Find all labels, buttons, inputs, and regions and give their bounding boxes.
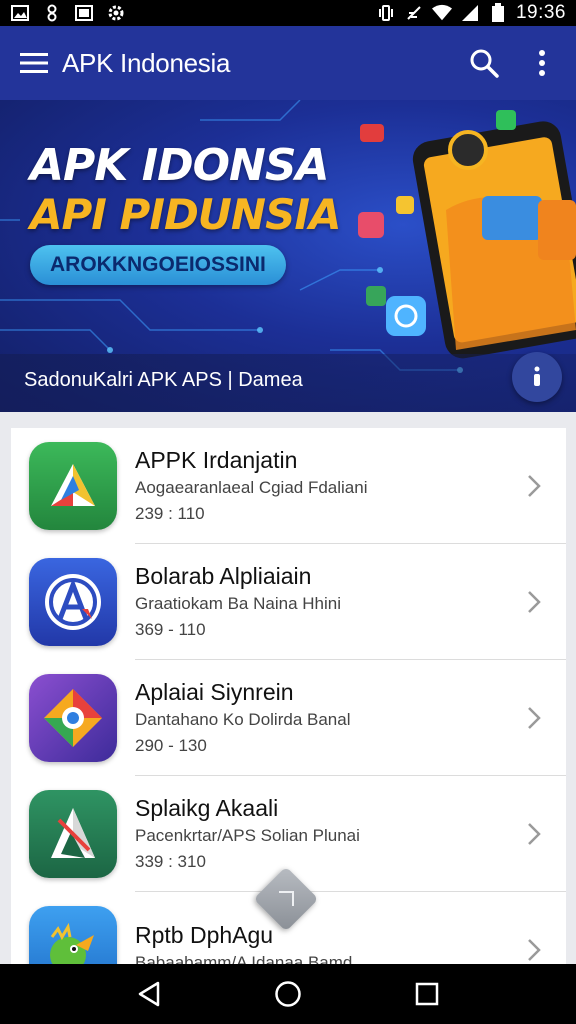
parrot-logo-icon <box>29 906 117 968</box>
menu-button[interactable] <box>16 45 52 81</box>
more-options-button[interactable] <box>524 45 560 81</box>
chevron-right-icon <box>522 822 546 846</box>
gallery-icon <box>74 4 94 22</box>
battery-icon <box>488 3 508 22</box>
search-icon <box>470 49 499 78</box>
promo-banner[interactable]: APK IDONSA API PIDUNSIA AROKKNGOEIOSSINI… <box>0 100 576 412</box>
list-item-text: Splaikg Akaali Pacenkrtar/APS Solian Plu… <box>135 776 566 892</box>
list-item-text: Bolarab Alpliaiain Graatiokam Ba Naina H… <box>135 544 566 660</box>
app-title: Rptb DphAgu <box>135 921 274 948</box>
map-pin-logo-icon <box>29 674 117 762</box>
screen: 19:36 APK Indonesia APK IDONSA API PIDUN… <box>0 0 576 1024</box>
recents-button[interactable] <box>405 972 449 1016</box>
settings-icon <box>106 4 126 22</box>
back-button[interactable] <box>127 972 171 1016</box>
compass-a-logo-icon <box>29 558 117 646</box>
app-subtitle: Aogaearanlaeal Cgiad Fdaliani <box>135 478 368 497</box>
app-subtitle: Dantahano Ko Dolirda Banal <box>135 710 351 729</box>
menu-icon <box>20 53 48 73</box>
banner-info-button[interactable] <box>512 352 562 402</box>
app-title: Bolarab Alpliaiain <box>135 563 312 589</box>
app-title: Aplaiai Siynrein <box>135 679 294 705</box>
back-icon <box>139 981 160 1007</box>
app-meta: 339 : 310 <box>135 852 206 871</box>
cell-signal-icon <box>460 4 480 22</box>
more-vert-icon <box>539 50 545 76</box>
app-title: APK Indonesia <box>62 47 231 78</box>
recents-icon <box>415 982 438 1006</box>
wifi-icon <box>431 4 452 22</box>
chevron-right-icon <box>522 938 546 962</box>
app-title: Splaikg Akaali <box>135 795 279 821</box>
banner-subheadline: API PIDUNSIA <box>30 190 341 239</box>
app-meta: 290 - 130 <box>135 736 207 755</box>
list-item-text: APPK Irdanjatin Aogaearanlaeal Cgiad Fda… <box>135 428 566 544</box>
list-item[interactable]: Bolarab Alpliaiain Graatiokam Ba Naina H… <box>11 544 566 660</box>
app-bar: APK Indonesia <box>0 26 576 100</box>
home-icon <box>275 981 301 1007</box>
home-button[interactable] <box>266 972 310 1016</box>
no-signal-icon <box>404 4 424 22</box>
navigation-bar <box>0 964 576 1024</box>
list-item-text: Aplaiai Siynrein Dantahano Ko Dolirda Ba… <box>135 660 566 776</box>
diamond-icon <box>279 891 294 906</box>
info-icon <box>534 366 540 386</box>
vibrate-icon <box>376 4 396 22</box>
status-clock: 19:36 <box>515 2 566 23</box>
status-right-icons: 19:36 <box>376 2 566 24</box>
chevron-right-icon <box>522 590 546 614</box>
status-bar: 19:36 <box>0 0 576 26</box>
image-icon <box>10 4 30 22</box>
list-item[interactable]: APPK Irdanjatin Aogaearanlaeal Cgiad Fda… <box>11 428 566 544</box>
app-subtitle: Graatiokam Ba Naina Hhini <box>135 594 341 613</box>
banner-cta-pill[interactable]: AROKKNGOEIOSSINI <box>30 245 286 285</box>
chevron-right-icon <box>522 706 546 730</box>
search-button[interactable] <box>466 45 502 81</box>
chevron-right-icon <box>522 474 546 498</box>
app-meta: 239 : 110 <box>135 504 205 523</box>
banner-caption: SadonuKalri APK APS | Damea <box>24 369 303 391</box>
phone-illustration <box>358 110 576 359</box>
status-left-icons <box>10 4 126 22</box>
link-icon <box>42 4 62 22</box>
banner-headline: APK IDONSA <box>30 140 330 191</box>
list-item[interactable]: Aplaiai Siynrein Dantahano Ko Dolirda Ba… <box>11 660 566 776</box>
app-subtitle: Pacenkrtar/APS Solian Plunai <box>135 826 360 845</box>
app-meta: 369 - 110 <box>135 620 206 639</box>
app-title: APPK Irdanjatin <box>135 447 298 473</box>
list-item-text: Rptb DphAgu Babaabamm/A Idanaa Bamd <box>135 892 566 969</box>
triangle-logo-icon <box>29 442 117 530</box>
letter-a-logo-icon <box>29 790 117 878</box>
